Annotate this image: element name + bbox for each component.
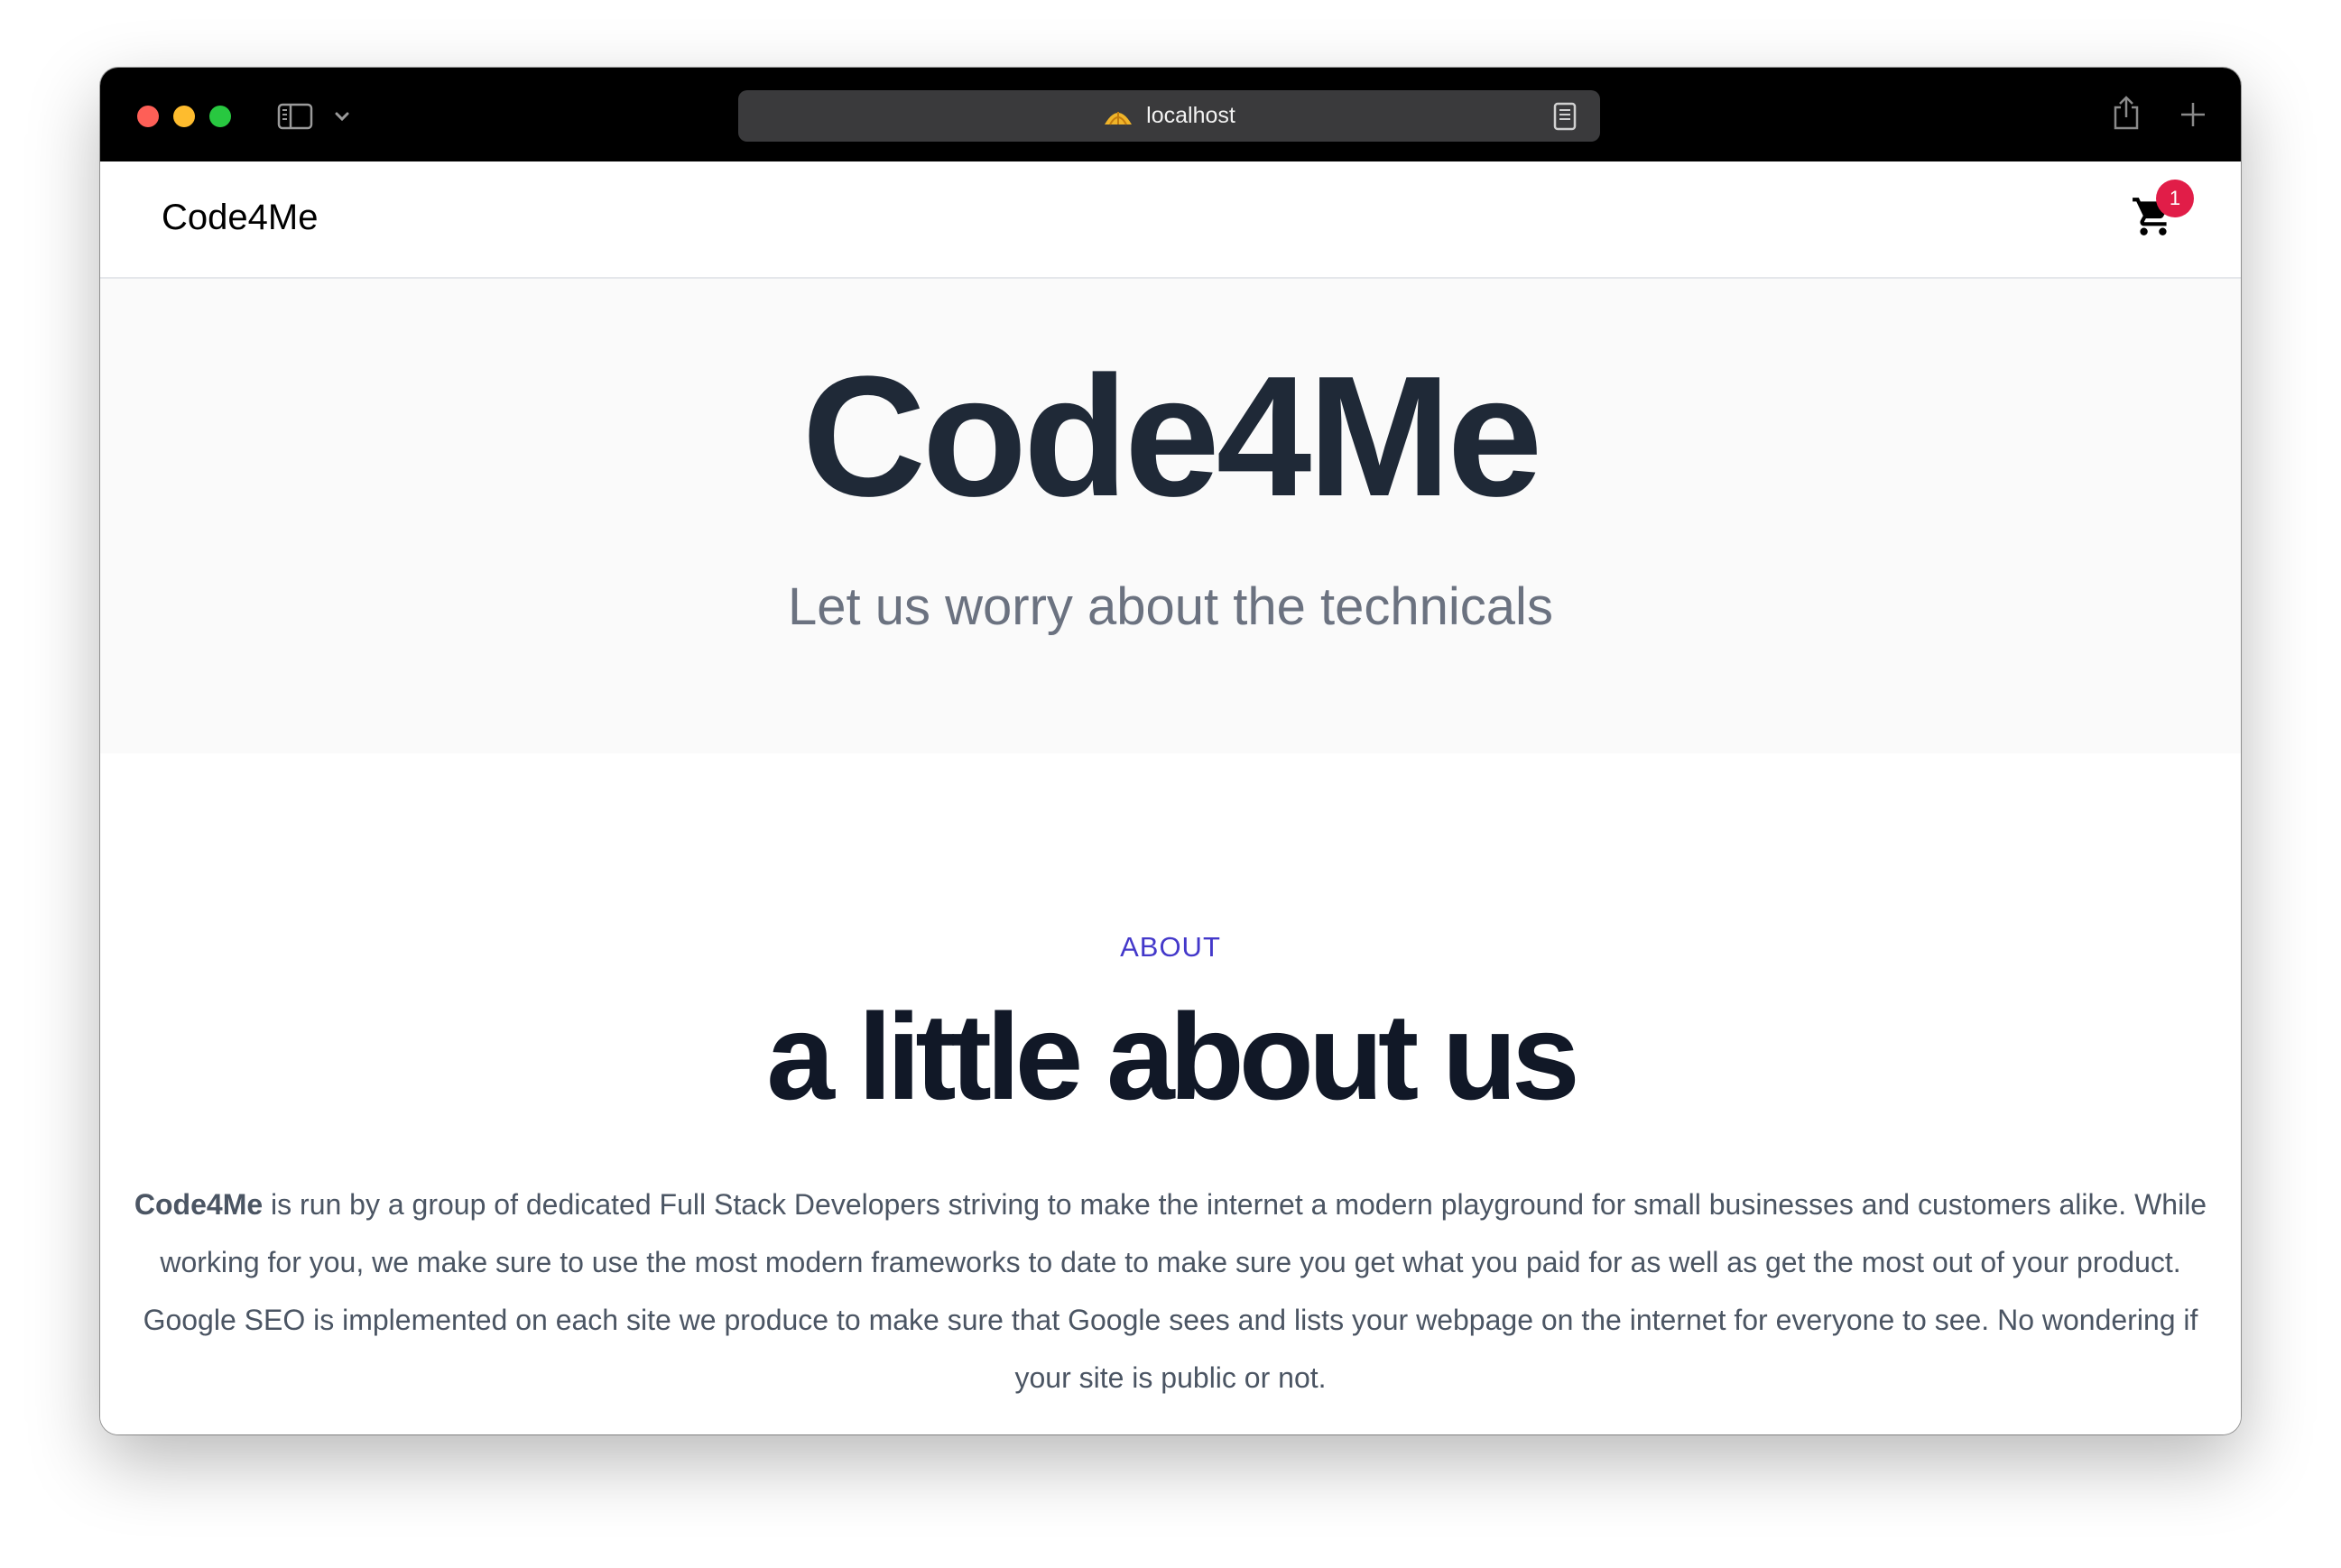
hero-title: Code4Me (801, 341, 1543, 532)
close-window-button[interactable] (137, 106, 159, 127)
about-brand-strong: Code4Me (134, 1188, 264, 1221)
browser-toolbar: localhost (100, 68, 2241, 161)
address-bar[interactable]: localhost (738, 90, 1600, 142)
about-kicker: ABOUT (1120, 931, 1221, 963)
about-paragraph: Code4Me is run by a group of dedicated F… (113, 1176, 2228, 1407)
cart-count-badge: 1 (2156, 180, 2194, 217)
browser-window: localhost Code4Me 1 Code4Me Let us worry… (100, 68, 2241, 1434)
url-text: localhost (1146, 103, 1235, 128)
about-title: a little about us (766, 988, 1579, 1125)
hero-section: Code4Me Let us worry about the technical… (100, 279, 2241, 753)
about-body-text: is run by a group of dedicated Full Stac… (143, 1188, 2207, 1394)
site-brand-link[interactable]: Code4Me (162, 198, 318, 238)
zoom-window-button[interactable] (209, 106, 231, 127)
new-tab-icon[interactable] (2179, 100, 2207, 129)
about-section: ABOUT a little about us Code4Me is run b… (100, 753, 2241, 1434)
hero-subtitle: Let us worry about the technicals (788, 577, 1553, 636)
reader-icon[interactable] (1553, 102, 1577, 131)
site-favicon-icon (1105, 111, 1133, 125)
minimize-window-button[interactable] (173, 106, 195, 127)
chevron-down-icon[interactable] (331, 106, 353, 127)
share-icon[interactable] (2111, 95, 2142, 131)
sidebar-icon[interactable] (277, 102, 313, 131)
site-navbar: Code4Me 1 (100, 161, 2241, 279)
